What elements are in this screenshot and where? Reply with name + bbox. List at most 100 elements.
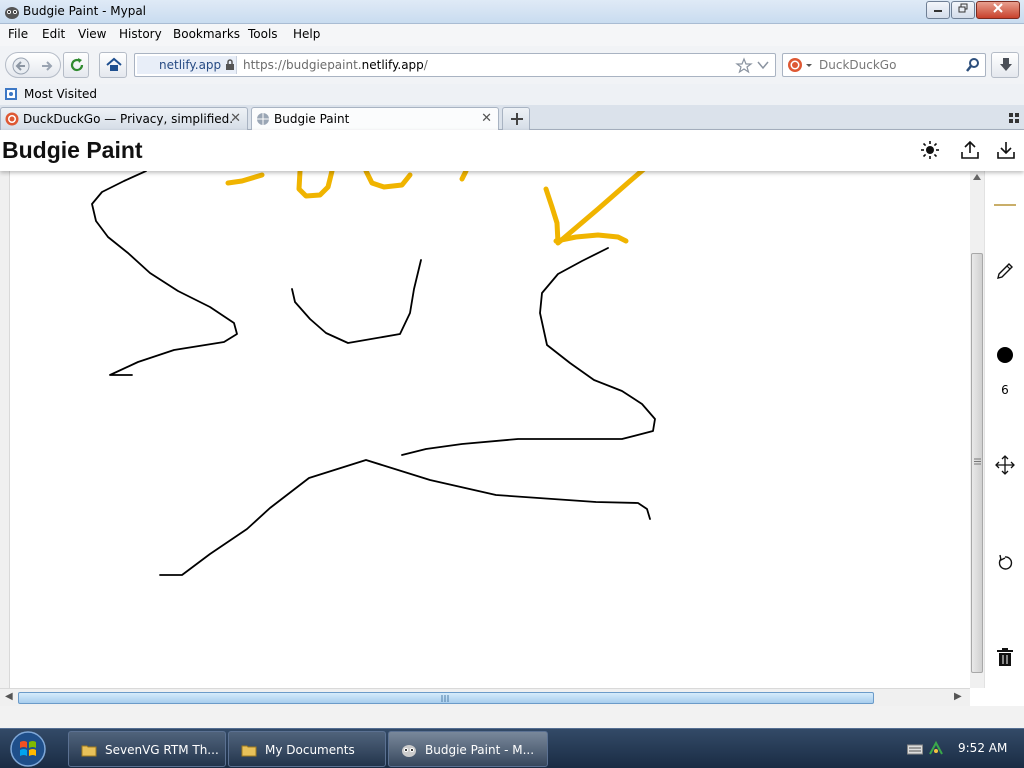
menu-bookmarks[interactable]: Bookmarks (173, 27, 240, 41)
move-arrows-icon[interactable] (993, 453, 1017, 477)
start-button-windows-icon[interactable] (6, 730, 50, 768)
taskbar-item-my-documents[interactable]: My Documents (228, 731, 386, 767)
window-titlebar: Budgie Paint - Mypal (0, 0, 1024, 24)
search-placeholder: DuckDuckGo (819, 58, 897, 72)
black-stroke (401, 247, 656, 456)
scroll-right-arrow-icon[interactable]: ▶ (954, 691, 962, 702)
canvas-drawing-svg (91, 166, 656, 576)
windows-taskbar: SevenVG RTM Th... My Documents Budgie Pa… (0, 728, 1024, 768)
home-icon (106, 57, 122, 71)
window-title: Budgie Paint - Mypal (23, 4, 147, 18)
close-tab-icon[interactable]: ✕ (230, 111, 241, 126)
black-stroke (159, 459, 651, 576)
mypal-app-icon (5, 7, 19, 19)
back-forward-group (5, 52, 61, 78)
address-bar[interactable]: netlify.app https://budgiepaint.netlify.… (134, 53, 776, 77)
taskbar-item-label: Budgie Paint - M... (425, 743, 535, 757)
plus-icon (511, 113, 523, 125)
folder-icon (81, 745, 97, 757)
pencil-icon[interactable] (993, 259, 1017, 283)
new-tab-button[interactable] (502, 107, 530, 130)
restore-button[interactable] (951, 1, 975, 19)
tab-budgie-paint[interactable]: Budgie Paint ✕ (251, 107, 499, 130)
trash-icon[interactable] (993, 645, 1017, 669)
status-area (0, 706, 1024, 728)
canvas-left-gutter (0, 171, 10, 688)
globe-favicon-icon (257, 113, 269, 125)
mypal-app-icon (402, 745, 416, 757)
page-title: Budgie Paint (2, 137, 143, 163)
black-stroke (91, 170, 238, 376)
minimize-button[interactable] (926, 1, 950, 19)
tab-strip: DuckDuckGo — Privacy, simplified. ✕ Budg… (0, 105, 1024, 130)
duckduckgo-engine-icon[interactable] (787, 57, 813, 73)
bookmarks-toolbar: Most Visited (0, 84, 1024, 105)
home-button[interactable] (99, 52, 127, 78)
undo-icon[interactable] (993, 551, 1017, 575)
reload-icon (70, 58, 84, 72)
close-tab-icon[interactable]: ✕ (481, 111, 492, 126)
menu-tools[interactable]: Tools (248, 27, 278, 41)
site-identity-label: netlify.app (159, 58, 222, 72)
grip-icon (441, 695, 449, 702)
yellow-stroke (363, 168, 413, 190)
horizontal-scroll-thumb[interactable] (18, 692, 874, 704)
horizontal-scrollbar[interactable]: ◀ ▶ (0, 688, 970, 706)
taskbar-item-label: My Documents (265, 743, 355, 757)
back-arrow-icon[interactable] (12, 57, 30, 75)
taskbar-item-sevenvg[interactable]: SevenVG RTM Th... (68, 731, 226, 767)
bookmark-star-icon[interactable] (735, 57, 753, 75)
menu-edit[interactable]: Edit (42, 27, 65, 41)
reload-button[interactable] (63, 52, 89, 78)
scroll-up-arrow-icon[interactable] (973, 174, 981, 180)
duckduckgo-favicon-icon (5, 112, 19, 126)
keyboard-icon[interactable] (907, 743, 923, 755)
lock-icon (226, 59, 234, 70)
vertical-scrollbar[interactable] (970, 171, 984, 688)
yellow-strokes (225, 166, 647, 246)
menu-bar: File Edit View History Bookmarks Tools H… (0, 24, 1024, 46)
download-icon[interactable] (995, 139, 1017, 161)
menu-history[interactable]: History (119, 27, 162, 41)
brush-size-dot-icon[interactable] (993, 343, 1017, 367)
search-icon[interactable] (965, 57, 981, 73)
yellow-stroke (225, 172, 265, 186)
menu-view[interactable]: View (78, 27, 106, 41)
url-domain: netlify.app (361, 58, 424, 72)
url-text: https://budgiepaint.netlify.app/ (243, 58, 428, 72)
close-window-button[interactable] (976, 1, 1020, 19)
menu-file[interactable]: File (8, 27, 28, 41)
system-clock[interactable]: 9:52 AM (958, 741, 1007, 755)
url-prefix: https://budgiepaint. (243, 58, 362, 72)
tab-duckduckgo[interactable]: DuckDuckGo — Privacy, simplified. ✕ (0, 107, 248, 130)
scroll-left-arrow-icon[interactable]: ◀ (5, 691, 13, 702)
url-suffix: / (423, 58, 428, 72)
download-arrow-icon (1000, 58, 1012, 71)
folder-icon (241, 745, 257, 757)
black-stroke (291, 259, 422, 344)
vertical-scroll-thumb[interactable] (971, 253, 983, 673)
color-swatch-icon[interactable] (993, 193, 1017, 217)
search-bar[interactable]: DuckDuckGo (782, 53, 986, 77)
tool-panel: 6 (984, 171, 1024, 688)
downloads-button[interactable] (991, 52, 1019, 78)
most-visited-label: Most Visited (24, 87, 98, 101)
yellow-stroke (459, 168, 469, 182)
tab-label: DuckDuckGo — Privacy, simplified. (23, 112, 234, 126)
dropdown-arrow-icon[interactable] (757, 60, 769, 70)
taskbar-item-budgie-paint[interactable]: Budgie Paint - M... (388, 731, 548, 767)
drawing-canvas[interactable] (10, 166, 970, 688)
app-header: Budgie Paint (0, 130, 1024, 171)
taskbar-item-label: SevenVG RTM Th... (105, 743, 219, 757)
upload-icon[interactable] (959, 139, 981, 161)
theme-toggle-sun-icon[interactable] (919, 139, 941, 161)
network-icon[interactable] (928, 740, 944, 756)
brush-size-value: 6 (1001, 383, 1009, 397)
tab-list-grid-icon[interactable] (1008, 112, 1020, 124)
grip-icon (974, 458, 981, 465)
site-identity-button[interactable]: netlify.app (137, 56, 237, 74)
navigation-toolbar: netlify.app https://budgiepaint.netlify.… (0, 46, 1024, 84)
forward-arrow-icon[interactable] (38, 57, 56, 75)
minimize-icon (934, 10, 942, 12)
menu-help[interactable]: Help (293, 27, 320, 41)
